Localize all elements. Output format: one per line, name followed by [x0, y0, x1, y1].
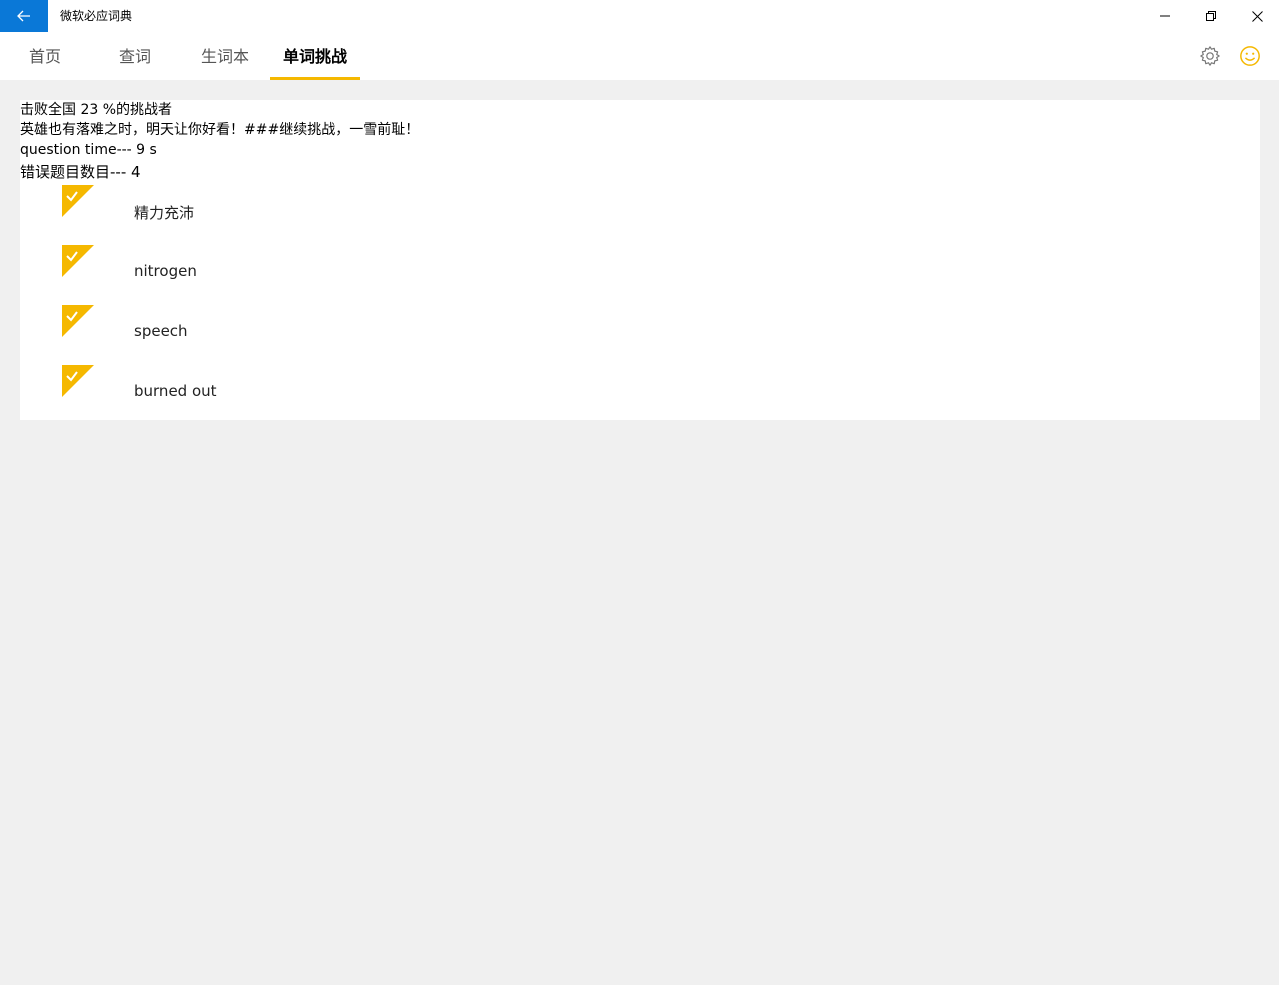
challenge-result-card: 击败全国 23 %的挑战者 英雄也有落难之时，明天让你好看！###继续挑战，一雪… [20, 100, 1260, 420]
check-corner-icon [62, 245, 94, 277]
close-icon [1251, 10, 1263, 22]
word-text: 精力充沛 [134, 204, 195, 222]
word-text: burned out [134, 382, 217, 400]
settings-button[interactable] [1198, 44, 1222, 68]
check-corner-icon [62, 305, 94, 337]
tab-home[interactable]: 首页 [18, 32, 72, 80]
back-button[interactable] [0, 0, 48, 32]
title-bar: 微软必应词典 [0, 0, 1279, 32]
tab-lookup[interactable]: 查词 [108, 32, 162, 80]
list-item[interactable]: burned out [20, 365, 1260, 425]
check-corner-icon [62, 185, 94, 217]
smiley-icon [1240, 46, 1260, 66]
tab-vocabulary[interactable]: 生词本 [190, 32, 260, 80]
encouragement-message: 英雄也有落难之时，明天让你好看！###继续挑战，一雪前耻！ [20, 122, 420, 138]
close-button[interactable] [1234, 0, 1279, 32]
minimize-button[interactable] [1142, 0, 1188, 32]
tab-label: 首页 [28, 47, 61, 66]
gear-icon [1200, 46, 1220, 66]
app-title: 微软必应词典 [60, 9, 133, 23]
app-window: 微软必应词典 首页 查词 生词本 单词挑战 击败全国 23 %的挑战者 英雄也有… [0, 0, 1279, 985]
active-tab-indicator [270, 77, 360, 80]
list-item[interactable]: speech [20, 305, 1260, 365]
check-corner-icon [62, 365, 94, 397]
rank-text: 击败全国 23 %的挑战者 [20, 102, 173, 118]
tab-label: 单词挑战 [282, 47, 347, 66]
minimize-icon [1160, 15, 1170, 17]
tab-label: 查词 [118, 47, 151, 66]
arrow-left-icon [17, 10, 30, 22]
restore-icon [1206, 11, 1216, 21]
wrong-count: 错误题目数目--- 4 [20, 163, 141, 181]
word-text: speech [134, 322, 188, 340]
feedback-button[interactable] [1238, 44, 1262, 68]
tab-word-challenge[interactable]: 单词挑战 [270, 32, 360, 80]
list-item[interactable]: nitrogen [20, 245, 1260, 305]
nav-bar: 首页 查词 生词本 单词挑战 [0, 32, 1279, 80]
tab-label: 生词本 [200, 47, 249, 66]
question-time: question time--- 9 s [20, 142, 157, 158]
restore-button[interactable] [1188, 0, 1234, 32]
word-text: nitrogen [134, 262, 197, 280]
list-item[interactable]: 精力充沛 [20, 185, 1260, 245]
